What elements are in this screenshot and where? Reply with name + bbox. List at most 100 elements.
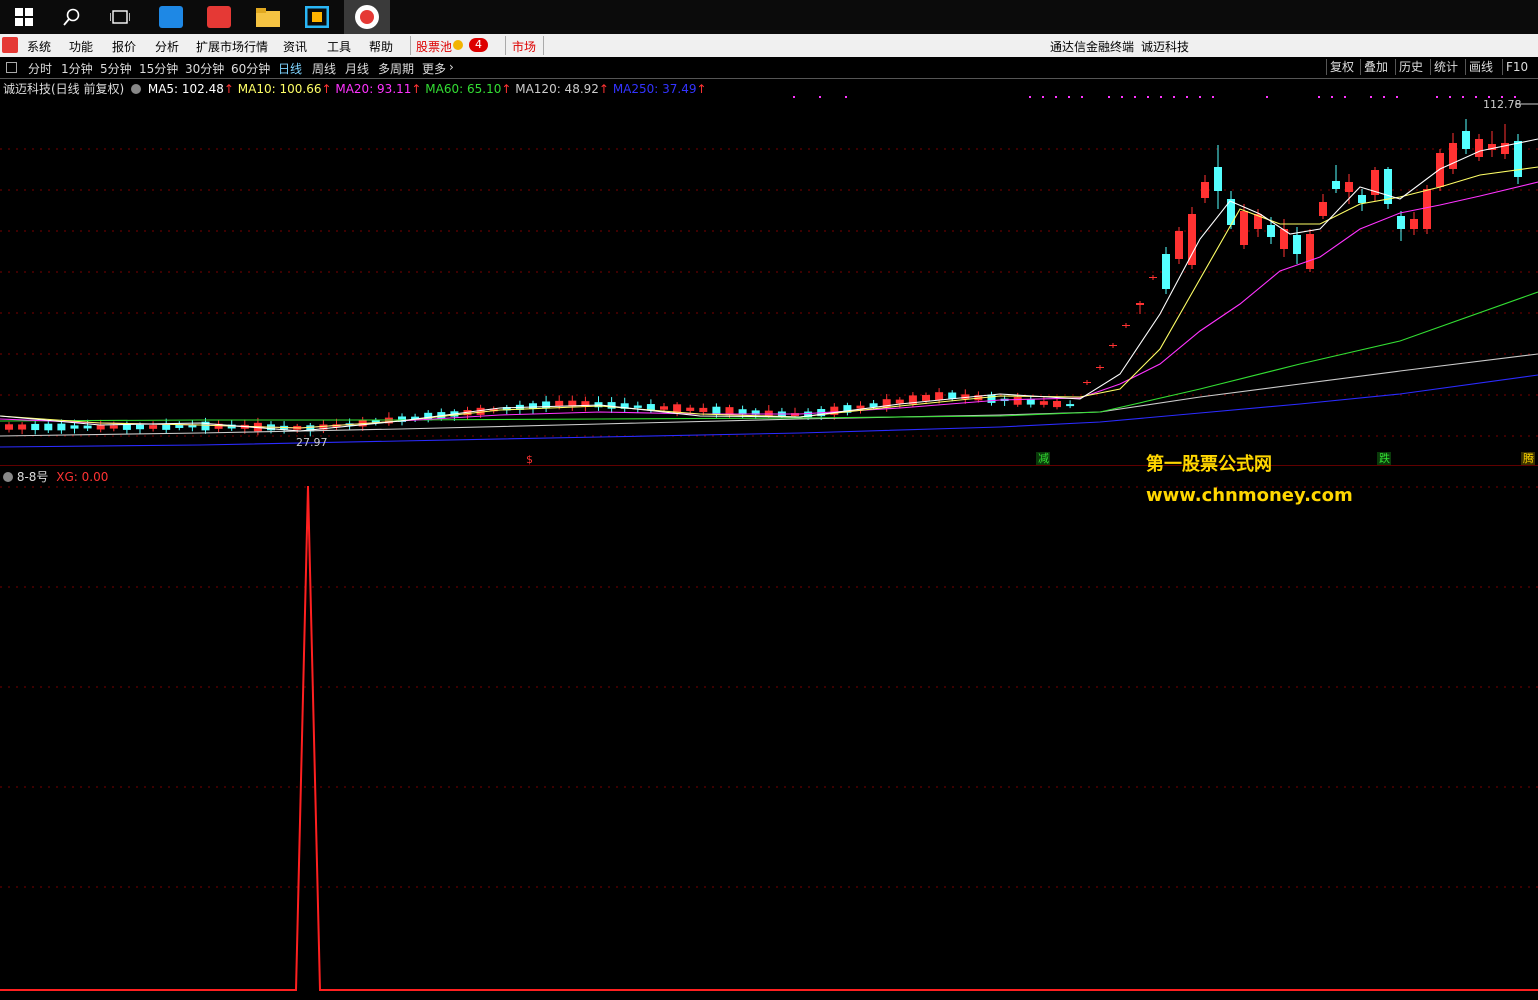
candle-body <box>1306 234 1314 269</box>
candle-body <box>1096 367 1104 368</box>
candle-body <box>1475 139 1483 157</box>
candle-body <box>922 394 930 401</box>
indicator-chart[interactable] <box>0 467 1538 1000</box>
menu-bar: 系统 功能 报价 分析 扩展市场行情 资讯 工具 帮助 股票池 4 市场 通达信… <box>0 34 1538 57</box>
app-teal-icon[interactable] <box>300 0 334 34</box>
period-60min[interactable]: 60分钟 <box>231 60 270 77</box>
period-1min[interactable]: 1分钟 <box>61 60 93 77</box>
ma20-label: MA20: 93.11 <box>335 82 412 96</box>
ma10-label: MA10: 100.66 <box>237 82 322 96</box>
candle-body <box>1423 189 1431 229</box>
period-30min[interactable]: 30分钟 <box>185 60 224 77</box>
folder-icon[interactable] <box>251 0 285 34</box>
candle-body <box>948 392 957 399</box>
candle-body <box>1319 202 1327 216</box>
taskbar <box>0 0 1538 34</box>
app-blue-icon[interactable] <box>154 0 188 34</box>
menu-quote[interactable]: 报价 <box>112 38 136 55</box>
period-15min[interactable]: 15分钟 <box>139 60 178 77</box>
period-weekly[interactable]: 周线 <box>312 60 336 77</box>
low-price-label: 27.97 <box>296 436 328 449</box>
candle-body <box>686 407 695 411</box>
search-icon[interactable] <box>55 0 89 34</box>
chart-header: 诚迈科技(日线 前复权) MA5: 102.48↑ MA10: 100.66↑ … <box>3 82 707 96</box>
ma5-line <box>0 138 1538 432</box>
candle-body <box>1066 404 1075 407</box>
chevron-right-icon[interactable]: › <box>449 60 454 74</box>
kline-chart[interactable]: 112.78 27.97 $ 减 跌 腾 <box>0 79 1538 466</box>
history-button[interactable]: 历史 <box>1395 59 1426 75</box>
market-button[interactable]: 市场 <box>512 38 536 55</box>
watermark-url: www.chnmoney.com <box>1146 485 1353 506</box>
candle-body <box>856 405 865 409</box>
purple-signal-dots <box>793 96 1516 98</box>
candle-body <box>1039 401 1048 405</box>
candle-body <box>1410 219 1418 229</box>
statistics-button[interactable]: 统计 <box>1430 59 1461 75</box>
candle-body <box>1083 382 1091 383</box>
period-toolbar: 分时 1分钟 5分钟 15分钟 30分钟 60分钟 日线 周线 月线 多周期 更… <box>0 57 1538 79</box>
period-5min[interactable]: 5分钟 <box>100 60 132 77</box>
candle-body <box>70 425 79 429</box>
indicator-header: 8-8号 XG: 0.00 <box>3 468 108 485</box>
candle-body <box>895 399 904 404</box>
period-daily[interactable]: 日线 <box>278 60 302 77</box>
pool-alert-icon <box>453 40 463 50</box>
candle-body <box>1026 399 1035 405</box>
chart-title: 诚迈科技(日线 前复权) <box>3 82 125 96</box>
signal-fall: 跌 <box>1379 451 1390 465</box>
windows-start-icon[interactable] <box>8 0 40 34</box>
menu-extended-market[interactable]: 扩展市场行情 <box>196 38 268 55</box>
candle-body <box>1449 143 1457 169</box>
candle-body <box>660 406 668 410</box>
f10-button[interactable]: F10 <box>1502 59 1531 75</box>
ma60-label: MA60: 65.10 <box>425 82 502 96</box>
adjust-button[interactable]: 复权 <box>1326 59 1357 75</box>
ma10-line <box>0 166 1538 429</box>
candle-body <box>1358 195 1366 203</box>
menu-tools[interactable]: 工具 <box>327 38 351 55</box>
candle-body <box>18 424 27 430</box>
task-view-icon[interactable] <box>103 0 137 34</box>
candle-body <box>1122 325 1130 326</box>
watermark-title: 第一股票公式网 <box>1146 454 1272 475</box>
tdx-app-icon[interactable] <box>344 0 390 34</box>
overlay-button[interactable]: 叠加 <box>1360 59 1391 75</box>
candle-body <box>149 425 158 429</box>
candle-body <box>1462 131 1470 149</box>
signal-surge: 腾 <box>1523 451 1534 465</box>
candle-body <box>175 425 184 428</box>
period-monthly[interactable]: 月线 <box>345 60 369 77</box>
menu-help[interactable]: 帮助 <box>369 38 393 55</box>
draw-button[interactable]: 画线 <box>1465 59 1496 75</box>
chevron-down-icon[interactable] <box>3 472 13 482</box>
candle-body <box>935 392 944 400</box>
indicator-value: XG: 0.00 <box>56 470 109 484</box>
period-multi[interactable]: 多周期 <box>378 60 414 77</box>
candlesticks <box>5 119 1522 437</box>
menu-news[interactable]: 资讯 <box>283 38 307 55</box>
menu-analysis[interactable]: 分析 <box>155 38 179 55</box>
candle-body <box>5 424 13 430</box>
candle-body <box>1149 277 1157 278</box>
stock-name-title: 诚迈科技 <box>1141 40 1190 54</box>
candle-body <box>1053 400 1061 408</box>
candle-body <box>712 406 721 415</box>
candle-body <box>1240 211 1248 245</box>
stock-pool-button[interactable]: 股票池 <box>416 38 452 55</box>
candle-body <box>136 424 144 430</box>
panel-toggle-icon[interactable] <box>6 62 17 73</box>
app-red-icon[interactable] <box>202 0 236 34</box>
candle-body <box>1397 216 1405 229</box>
chevron-down-icon[interactable] <box>131 84 142 94</box>
menu-function[interactable]: 功能 <box>69 38 93 55</box>
period-more[interactable]: 更多 <box>422 60 446 77</box>
candle-body <box>699 407 708 413</box>
period-intraday[interactable]: 分时 <box>28 60 52 77</box>
xg-signal-line <box>0 485 1538 991</box>
candle-body <box>83 425 92 429</box>
ma5-label: MA5: 102.48 <box>147 82 224 96</box>
candle-body <box>1214 167 1222 191</box>
menu-system[interactable]: 系统 <box>27 38 51 55</box>
stock-pool-badge: 4 <box>469 38 488 52</box>
